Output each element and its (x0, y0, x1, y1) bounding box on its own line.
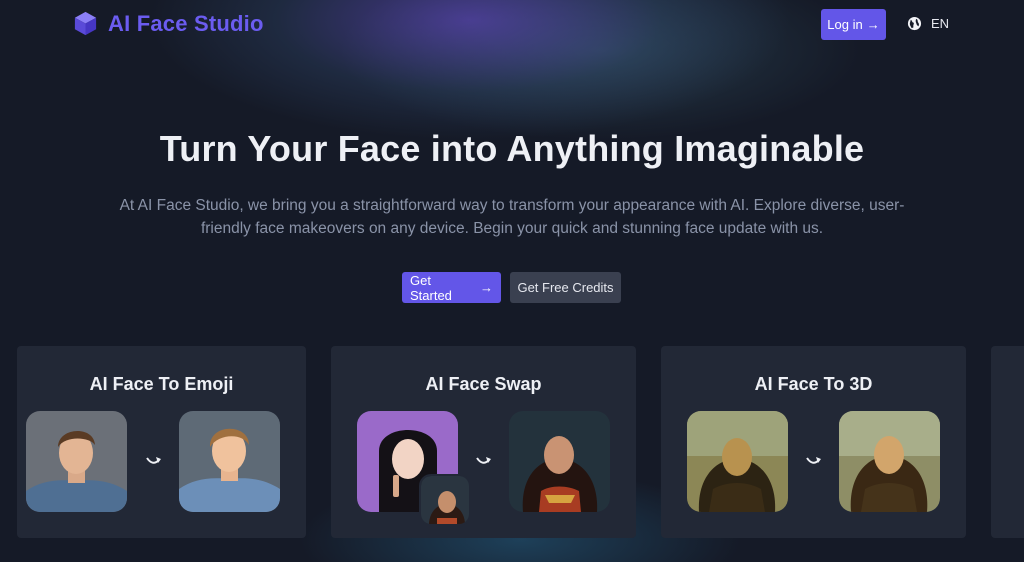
after-photo (839, 411, 940, 512)
cube-logo-icon (74, 11, 97, 36)
hero-description-line: At AI Face Studio, we bring you a straig… (119, 197, 905, 214)
card-title: AI Face To Emoji (89, 374, 234, 394)
hero-description: At AI Face Studio, we bring you a straig… (92, 194, 932, 240)
feature-card-partial[interactable] (991, 346, 1024, 538)
header: AI Face Studio Log in → EN (0, 0, 1024, 50)
brand[interactable]: AI Face Studio (72, 10, 264, 37)
curved-arrow-icon (146, 457, 161, 464)
before-photo (687, 411, 788, 512)
feature-card-face-to-3d[interactable]: AI Face To 3D (661, 346, 966, 538)
brand-name: AI Face Studio (108, 10, 264, 36)
arrow-right-icon: → (480, 280, 493, 295)
hero-description-line: friendly face makeovers on any device. B… (200, 220, 824, 237)
login-button[interactable]: Log in → (821, 9, 886, 40)
page: AI Face Studio Log in → EN Turn Your Fac… (0, 0, 1024, 562)
get-free-credits-button[interactable]: Get Free Credits (510, 272, 621, 303)
get-started-label: Get Started (410, 272, 452, 303)
feature-card-face-to-emoji[interactable]: AI Face To Emoji (17, 346, 306, 538)
feature-card-face-swap[interactable]: AI Face Swap (331, 346, 636, 538)
arrow-right-icon: → (866, 17, 880, 32)
card-title: AI Face To 3D (754, 374, 873, 394)
result-photo (509, 411, 610, 512)
globe-icon (907, 16, 922, 31)
language-selector[interactable]: EN (907, 16, 949, 31)
hero-title: Turn Your Face into Anything Imaginable (159, 128, 865, 169)
curved-arrow-icon (476, 457, 491, 464)
language-label: EN (931, 16, 950, 31)
cta-row: Get Started → Get Free Credits (402, 272, 621, 303)
curved-arrow-icon (806, 457, 821, 464)
card-title: AI Face Swap (425, 374, 542, 394)
login-label: Log in (827, 17, 863, 32)
target-face-photo (419, 474, 471, 526)
before-photo (26, 411, 127, 512)
after-photo (179, 411, 280, 512)
get-started-button[interactable]: Get Started → (402, 272, 501, 303)
